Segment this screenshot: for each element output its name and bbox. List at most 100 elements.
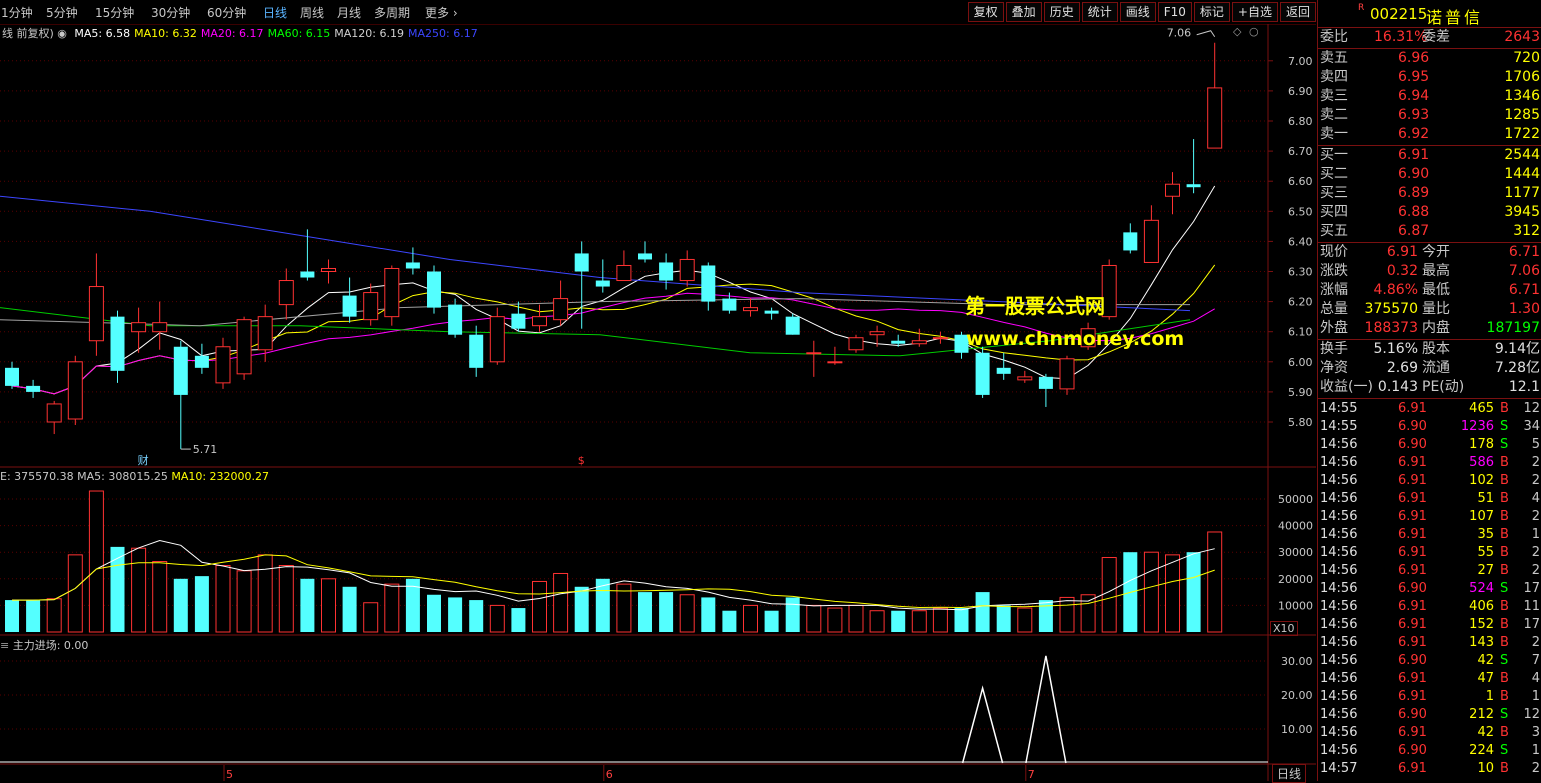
tick-side: S: [1500, 581, 1509, 596]
weibi-label: 委比: [1320, 29, 1348, 45]
stock-code[interactable]: 002215: [1370, 5, 1427, 23]
tick-count: 2: [1531, 563, 1540, 578]
candle[interactable]: [1143, 205, 1159, 263]
tick-volume: 406: [1469, 599, 1494, 614]
divider: [1318, 398, 1541, 399]
bid-price: 6.91: [1398, 147, 1430, 163]
volume-bar: [321, 578, 336, 633]
tick-side: S: [1500, 743, 1509, 758]
price-tick: 6.40: [1288, 235, 1313, 248]
quote-label: 总量: [1320, 301, 1348, 317]
candle[interactable]: [869, 325, 885, 347]
price-tick: 5.80: [1288, 416, 1313, 429]
tick-count: 4: [1531, 671, 1540, 686]
candle[interactable]: [806, 340, 822, 377]
candle[interactable]: [1017, 370, 1033, 383]
bid-row: 买三 6.89 1177: [1318, 184, 1541, 203]
candle[interactable]: [236, 316, 252, 380]
candle[interactable]: [1038, 373, 1053, 407]
ask-price: 6.93: [1398, 107, 1430, 123]
price-tick: 6.80: [1288, 115, 1313, 128]
candle[interactable]: [173, 340, 188, 450]
tick-row: 14:56 6.91 586 B 2: [1318, 454, 1541, 472]
candle[interactable]: [532, 304, 547, 332]
volume-bar: [448, 597, 463, 632]
dividend-marker[interactable]: $: [578, 454, 585, 467]
candle[interactable]: [827, 346, 843, 365]
candle[interactable]: [278, 268, 294, 320]
candle[interactable]: [5, 361, 19, 389]
stock-name[interactable]: 诺普信: [1426, 4, 1483, 28]
candle[interactable]: [215, 337, 231, 389]
tick-price: 6.90: [1398, 707, 1427, 722]
candle[interactable]: [932, 331, 948, 344]
candle[interactable]: [1123, 223, 1138, 254]
volume-bar: [257, 554, 273, 633]
candle[interactable]: [257, 304, 273, 362]
candle[interactable]: [553, 280, 569, 326]
candle[interactable]: [743, 298, 758, 317]
tick-time: 14:56: [1320, 509, 1358, 524]
tick-time: 14:56: [1320, 527, 1358, 542]
candle[interactable]: [975, 346, 990, 398]
candle[interactable]: [1207, 42, 1223, 149]
tick-row: 14:56 6.91 51 B 4: [1318, 490, 1541, 508]
candle[interactable]: [448, 298, 463, 338]
candle[interactable]: [659, 253, 674, 290]
candle[interactable]: [110, 310, 125, 383]
tick-row: 14:56 6.90 212 S 12: [1318, 706, 1541, 724]
tick-price: 6.91: [1398, 599, 1427, 614]
volume-bar: [427, 594, 441, 632]
candle[interactable]: [342, 277, 357, 323]
candle[interactable]: [46, 400, 62, 435]
candle[interactable]: [405, 247, 420, 275]
candle[interactable]: [1165, 172, 1180, 215]
month-label: 7: [1028, 768, 1035, 781]
tick-time: 14:56: [1320, 707, 1358, 722]
quote-value: 187197: [1486, 320, 1540, 336]
candle[interactable]: [427, 265, 441, 314]
candle[interactable]: [26, 379, 41, 398]
chart-area[interactable]: 7.00 6.90 6.80 6.70 6.60 6.50 6.40 6.30 6.20 6.10…: [0, 0, 1316, 781]
volume-bar: [173, 578, 188, 632]
weicha-label: 委差: [1422, 29, 1450, 45]
tick-time: 14:56: [1320, 671, 1358, 686]
tick-volume: 465: [1469, 401, 1494, 416]
candle[interactable]: [785, 313, 800, 335]
candle[interactable]: [321, 259, 336, 284]
candle[interactable]: [469, 325, 484, 377]
tick-count: 12: [1523, 707, 1540, 722]
candle[interactable]: [152, 301, 168, 350]
candle[interactable]: [848, 334, 864, 353]
candle[interactable]: [996, 352, 1011, 380]
price-tick: 6.20: [1288, 296, 1313, 309]
candle[interactable]: [574, 241, 589, 329]
tick-row: 14:56 6.91 102 B 2: [1318, 472, 1541, 490]
candle[interactable]: [67, 355, 83, 426]
tick-row: 14:56 6.90 524 S 17: [1318, 580, 1541, 598]
finance-value: 0.143: [1377, 379, 1418, 395]
volume-bar: [1165, 554, 1180, 633]
candle[interactable]: [384, 265, 400, 326]
bid-price: 6.87: [1398, 223, 1430, 239]
tick-count: 2: [1531, 635, 1540, 650]
tick-side: B: [1500, 473, 1509, 488]
period-button[interactable]: 日线: [1272, 764, 1307, 783]
tick-price: 6.91: [1398, 527, 1427, 542]
candle[interactable]: [679, 250, 695, 287]
volume-bar: [1143, 551, 1159, 633]
bid-volume: 1177: [1504, 185, 1540, 201]
candle[interactable]: [764, 307, 779, 320]
candle[interactable]: [489, 307, 505, 365]
candle[interactable]: [701, 262, 716, 311]
candle[interactable]: [194, 343, 209, 374]
bid-volume: 2544: [1504, 147, 1540, 163]
candle[interactable]: [88, 253, 104, 356]
candle[interactable]: [595, 259, 610, 293]
candle[interactable]: [1186, 139, 1201, 194]
candle[interactable]: [1059, 355, 1075, 395]
candle[interactable]: [638, 241, 652, 263]
candle[interactable]: [616, 250, 632, 282]
candle[interactable]: [363, 283, 379, 326]
finance-marker[interactable]: 财: [138, 453, 149, 467]
